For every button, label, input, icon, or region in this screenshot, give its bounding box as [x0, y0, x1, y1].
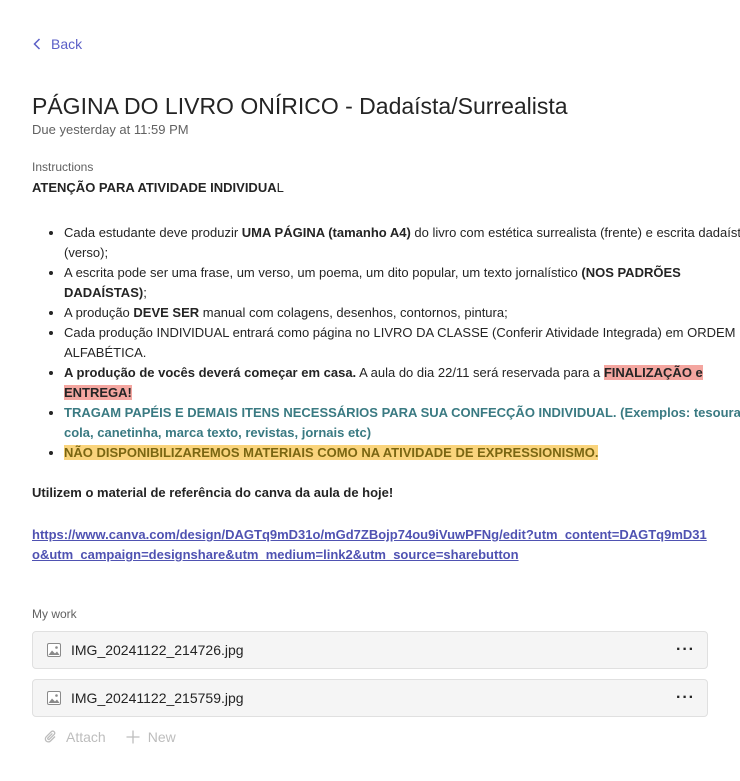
highlight-no-materials: NÃO DISPONIBILIZAREMOS MATERIAIS COMO NA… — [64, 445, 599, 460]
back-button[interactable]: Back — [33, 36, 82, 52]
plus-icon — [126, 730, 140, 744]
attention-main: ATENÇÃO PARA ATIVIDADE INDIVIDUA — [32, 180, 277, 195]
back-label: Back — [51, 36, 83, 52]
file-card[interactable]: IMG_20241122_215759.jpg ··· — [32, 679, 708, 717]
more-options-button[interactable]: ··· — [676, 641, 695, 659]
item-text: A produção — [64, 305, 134, 320]
item-text: A escrita pode ser uma frase, um verso, … — [64, 265, 582, 280]
reference-text: Utilizem o material de referência do can… — [32, 485, 394, 500]
item-text: Cada estudante deve produzir — [64, 225, 242, 240]
teal-notice: TRAGAM PAPÉIS E DEMAIS ITENS NECESSÁRIOS… — [64, 405, 740, 440]
new-label: New — [147, 729, 176, 745]
paperclip-icon — [44, 730, 56, 743]
canva-link[interactable]: https://www.canva.com/design/DAGTq9mD31o… — [32, 525, 712, 565]
list-item: NÃO DISPONIBILIZAREMOS MATERIAIS COMO NA… — [64, 443, 740, 463]
image-file-icon — [47, 643, 61, 657]
file-name: IMG_20241122_214726.jpg — [71, 642, 244, 658]
new-button[interactable]: New — [126, 729, 176, 745]
my-work-label: My work — [32, 607, 77, 621]
list-item: Cada produção INDIVIDUAL entrará como pá… — [64, 323, 740, 363]
file-card[interactable]: IMG_20241122_214726.jpg ··· — [32, 631, 708, 669]
item-text: Cada produção INDIVIDUAL entrará como pá… — [64, 325, 736, 360]
attach-button[interactable]: Attach — [44, 729, 106, 745]
chevron-left-icon — [33, 38, 41, 50]
attention-last: L — [276, 180, 284, 195]
page-title: PÁGINA DO LIVRO ONÍRICO - Dadaísta/Surre… — [32, 93, 568, 119]
item-bold: UMA PÁGINA (tamanho A4) — [241, 225, 411, 240]
image-file-icon — [47, 691, 61, 705]
more-options-button[interactable]: ··· — [676, 689, 695, 707]
due-date: Due yesterday at 11:59 PM — [32, 122, 189, 137]
work-actions: Attach New — [44, 729, 176, 745]
item-bold: DEVE SER — [133, 305, 200, 320]
instructions-label: Instructions — [32, 160, 94, 174]
item-bold: A produção de vocês deverá começar em ca… — [64, 365, 357, 380]
list-item: TRAGAM PAPÉIS E DEMAIS ITENS NECESSÁRIOS… — [64, 403, 740, 443]
item-text: ; — [143, 285, 147, 300]
attach-label: Attach — [66, 729, 106, 745]
item-text: manual com colagens, desenhos, contornos… — [199, 305, 508, 320]
list-item: Cada estudante deve produzir UMA PÁGINA … — [64, 223, 740, 263]
instructions-list: Cada estudante deve produzir UMA PÁGINA … — [32, 223, 740, 463]
list-item: A produção DEVE SER manual com colagens,… — [64, 303, 740, 323]
item-text: A aula do dia 22/11 será reservada para … — [356, 365, 604, 380]
file-name: IMG_20241122_215759.jpg — [71, 690, 244, 706]
list-item: A produção de vocês deverá começar em ca… — [64, 363, 740, 403]
attention-heading: ATENÇÃO PARA ATIVIDADE INDIVIDUAL — [32, 180, 284, 195]
list-item: A escrita pode ser uma frase, um verso, … — [64, 263, 740, 303]
